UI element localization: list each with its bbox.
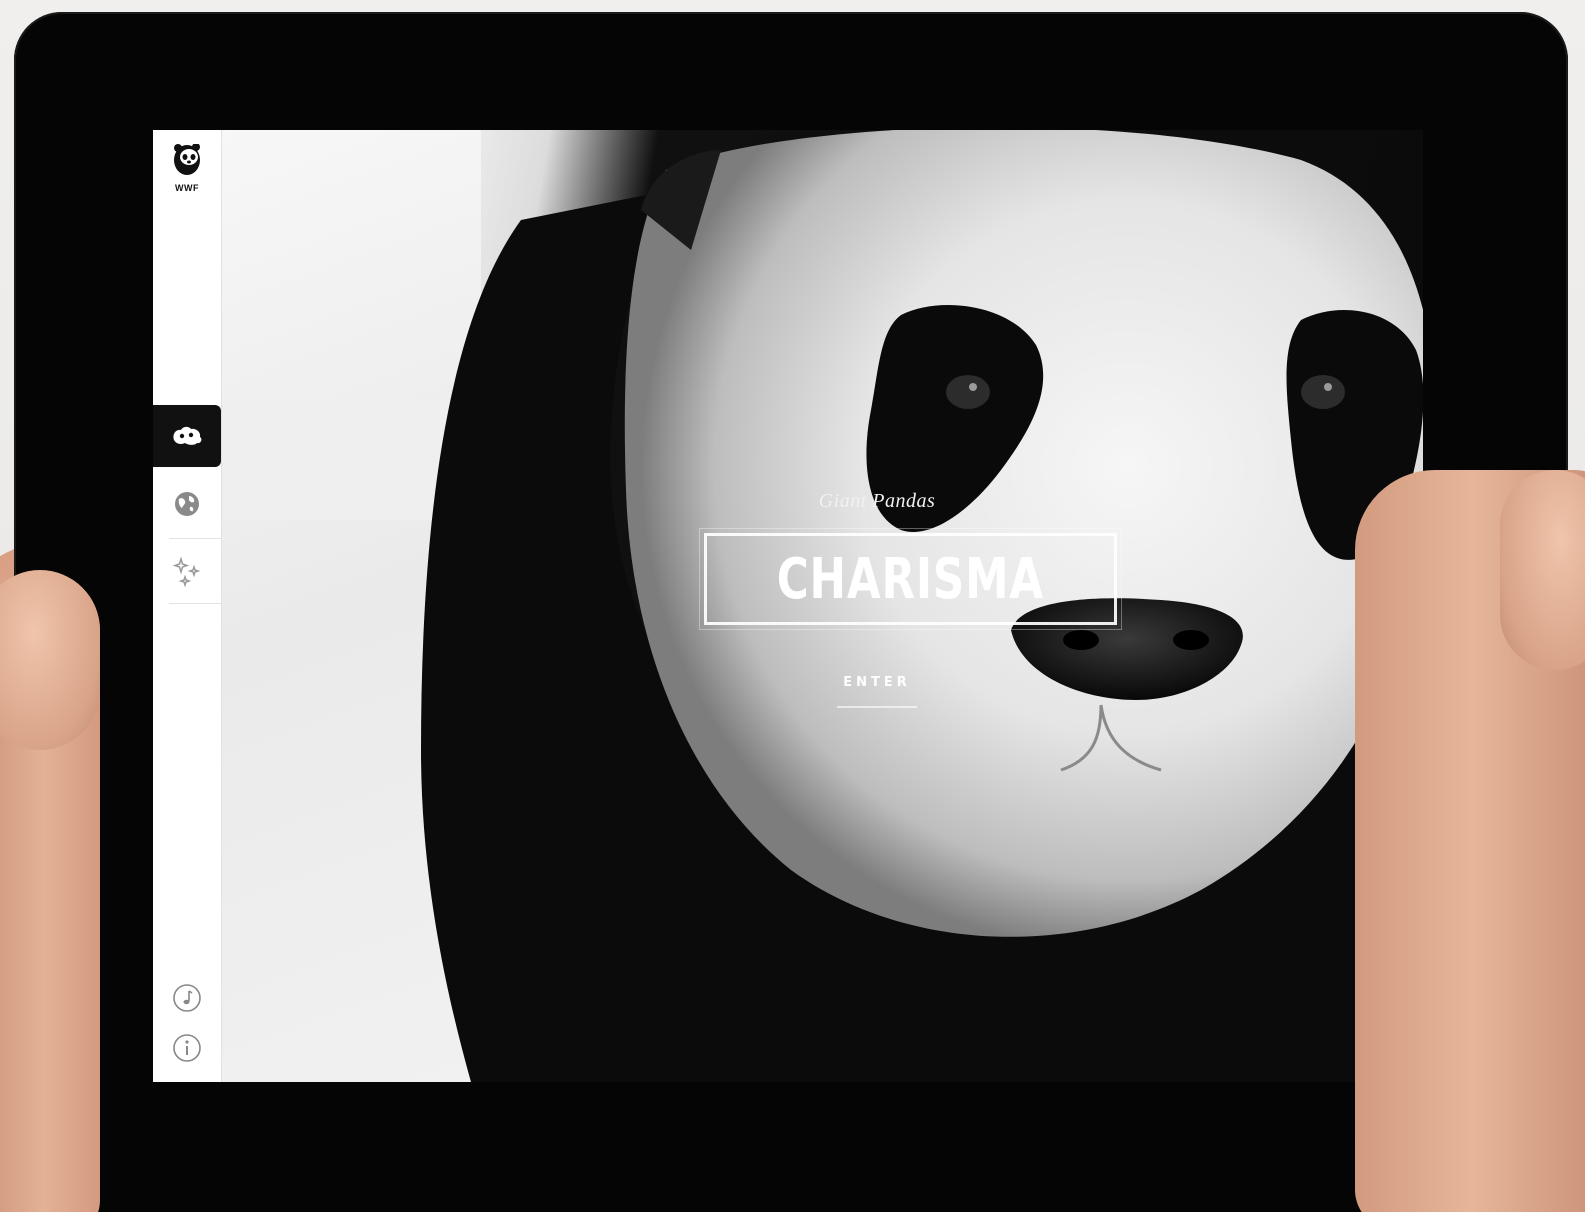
panda-icon (173, 426, 202, 445)
hero-title-frame: CHARISMA (699, 528, 1122, 630)
info-icon (173, 1034, 201, 1062)
globe-icon (175, 492, 199, 516)
music-note-icon (173, 984, 201, 1012)
scene: WWF Giant Pandas CHARISMA ENTER (0, 0, 1585, 1212)
nav-divider (169, 603, 221, 604)
hero-title-block: Giant Pandas CHARISMA ENTER (699, 490, 1122, 708)
enter-underline (837, 706, 917, 708)
sidebar: WWF (153, 130, 222, 1082)
sidebar-item-sparkle[interactable] (153, 540, 221, 602)
sidebar-item-globe[interactable] (153, 473, 221, 535)
panda-logo-icon (174, 143, 200, 175)
tablet-screen: WWF Giant Pandas CHARISMA ENTER (153, 130, 1423, 1082)
sparkle-icon (172, 556, 201, 587)
panda-photo: Giant Pandas CHARISMA ENTER (221, 130, 1423, 1082)
music-button[interactable] (153, 970, 221, 1026)
nav-divider (169, 538, 221, 539)
left-thumb (0, 570, 100, 750)
info-button[interactable] (153, 1020, 221, 1076)
hero-subtitle: Giant Pandas (818, 490, 936, 512)
hero-title: CHARISMA (776, 547, 1044, 612)
sidebar-item-panda[interactable] (153, 405, 221, 467)
right-thumb (1500, 470, 1585, 670)
enter-button[interactable]: ENTER (837, 675, 917, 708)
logo-text: WWF (175, 183, 199, 193)
wwf-logo[interactable]: WWF (167, 143, 207, 200)
enter-label: ENTER (843, 675, 911, 690)
